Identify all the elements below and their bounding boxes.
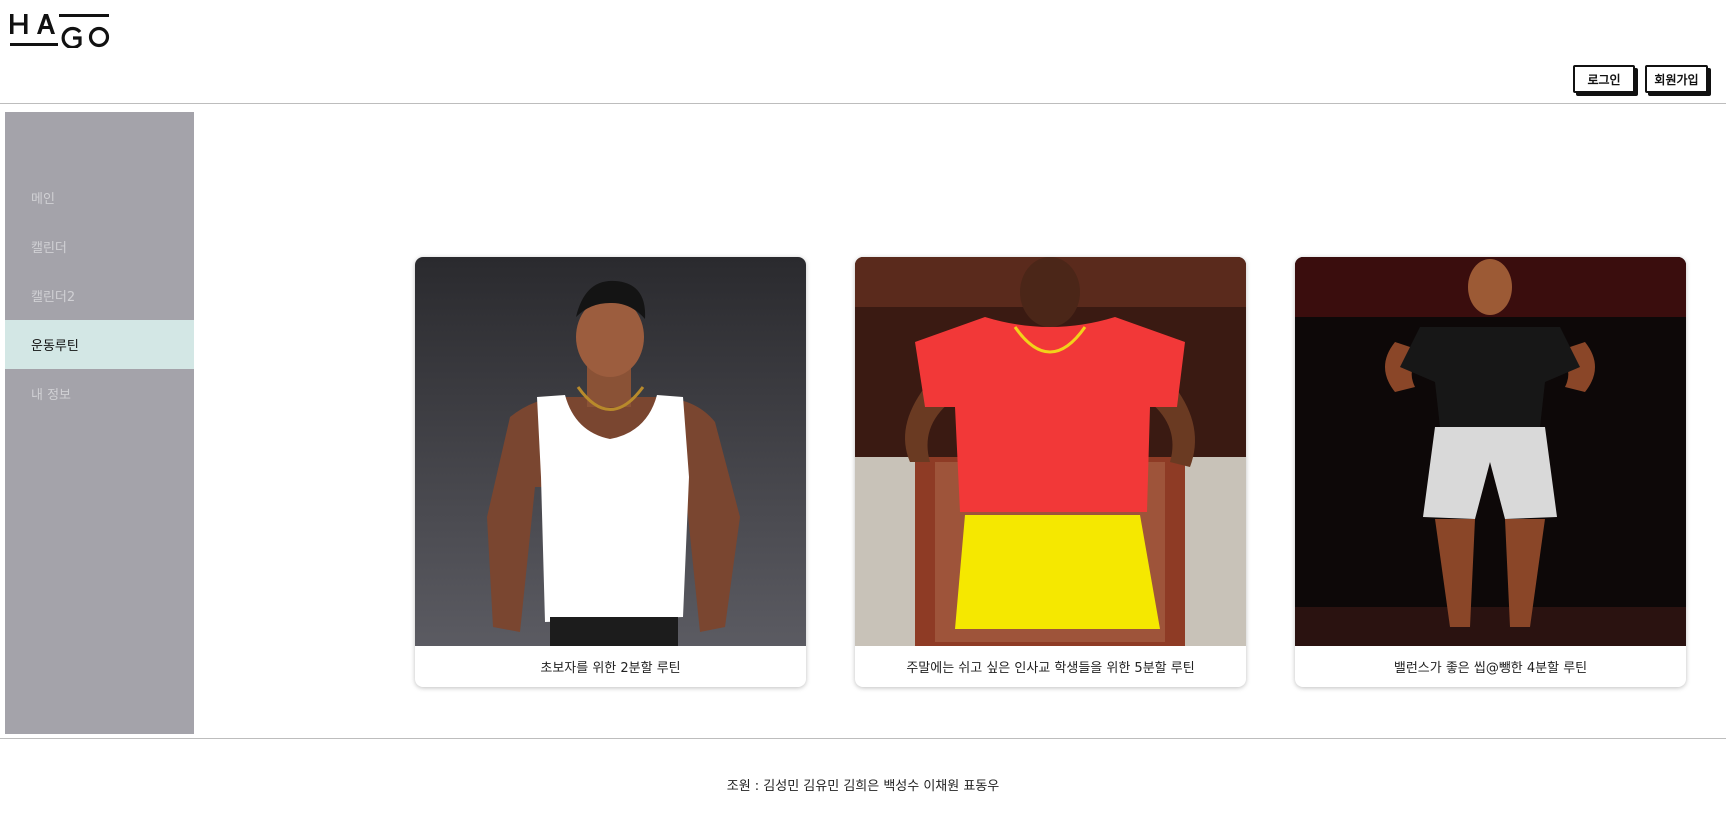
sidebar-item-calendar2[interactable]: 캘린더2 [5,271,194,320]
sidebar-item-label: 운동루틴 [31,339,79,354]
sidebar-item-main[interactable]: 메인 [5,173,194,222]
routine-card-2split[interactable]: 초보자를 위한 2분할 루틴 [415,257,806,687]
routine-card-image [855,257,1246,646]
routine-card-title: 초보자를 위한 2분할 루틴 [540,661,681,676]
login-button[interactable]: 로그인 [1573,65,1635,93]
signup-button[interactable]: 회원가입 [1645,65,1708,93]
sidebar-item-my-info[interactable]: 내 정보 [5,369,194,418]
hago-logo[interactable] [9,12,111,50]
routine-card-title: 주말에는 쉬고 싶은 인사교 학생들을 위한 5분할 루틴 [906,661,1195,676]
routine-card-4split[interactable]: 밸런스가 좋은 씹@뺑한 4분할 루틴 [1295,257,1686,687]
header: 로그인 회원가입 [0,0,1726,104]
sidebar-item-workout-routine[interactable]: 운동루틴 [5,320,194,369]
footer-credits: 조원 : 김성민 김유민 김희은 백성수 이채원 표동우 [726,779,1000,794]
sidebar-item-label: 메인 [31,192,55,207]
routine-card-title: 밸런스가 좋은 씹@뺑한 4분할 루틴 [1393,661,1588,676]
logo-graphic [10,14,110,50]
sidebar: 메인 캘린더 캘린더2 운동루틴 내 정보 [5,112,194,734]
routine-card-5split[interactable]: 주말에는 쉬고 싶은 인사교 학생들을 위한 5분할 루틴 [855,257,1246,687]
routine-card-image [1295,257,1686,646]
footer-divider [0,738,1726,739]
sidebar-item-label: 캘린더 [31,241,67,256]
sidebar-item-label: 캘린더2 [31,290,76,305]
routine-card-image [415,257,806,646]
sidebar-item-label: 내 정보 [31,388,72,403]
sidebar-item-calendar[interactable]: 캘린더 [5,222,194,271]
